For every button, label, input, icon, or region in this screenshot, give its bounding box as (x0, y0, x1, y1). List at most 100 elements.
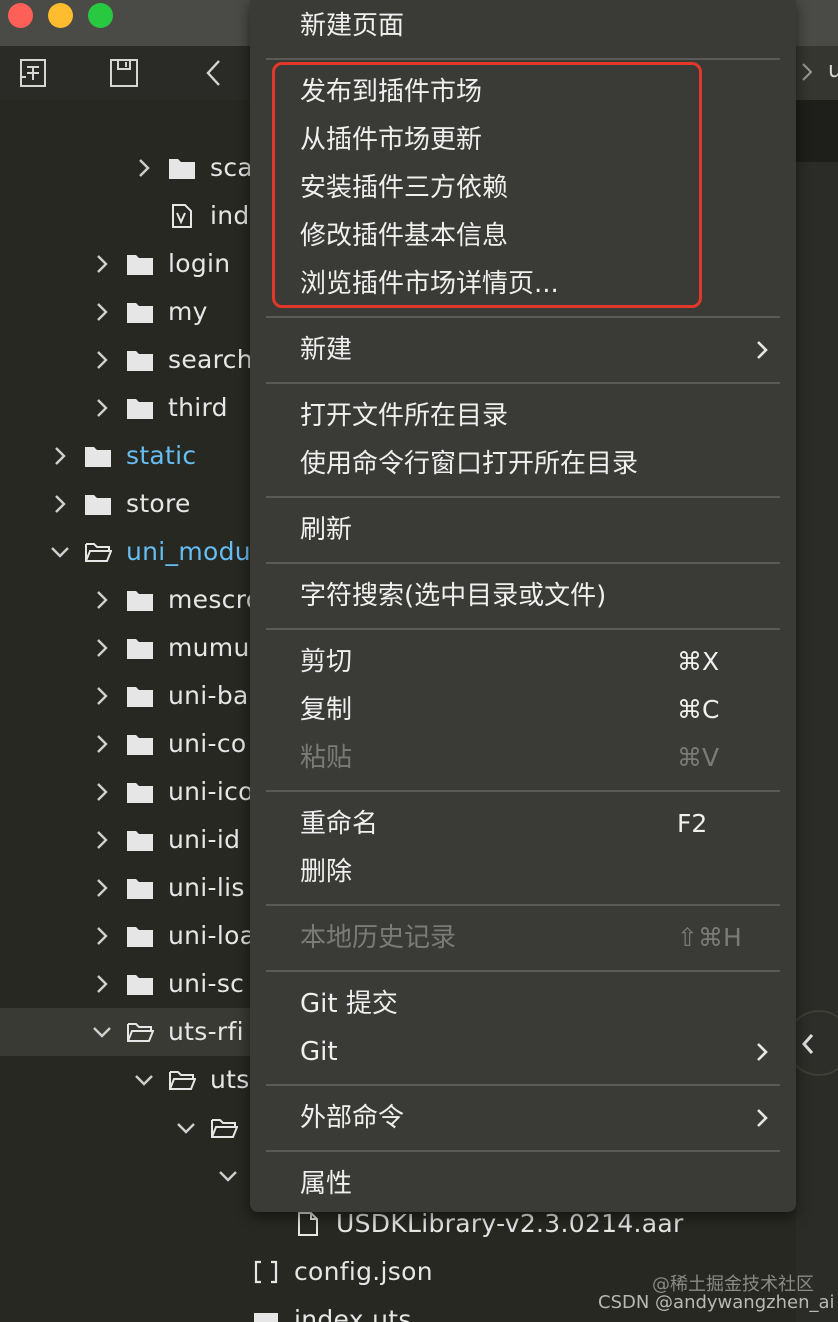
folder-icon (168, 155, 196, 181)
chevron-right-icon[interactable] (134, 156, 154, 180)
tree-item-label: uni-sc (168, 969, 245, 998)
menu-item[interactable]: 刷新 (250, 506, 796, 554)
menu-item-label: 刷新 (300, 515, 353, 545)
chevron-right-icon[interactable] (92, 636, 112, 660)
menu-separator (266, 790, 780, 792)
hbuilderx-window: u sca ind login my search third static store uni… (0, 0, 838, 1322)
menu-item-label: 字符搜索(选中目录或文件) (300, 581, 607, 611)
file-icon (294, 1211, 322, 1237)
menu-item[interactable]: 新建页面 (250, 2, 796, 50)
folder-icon (126, 347, 154, 373)
chevron-right-icon[interactable] (92, 876, 112, 900)
chevron-right-icon[interactable] (92, 828, 112, 852)
tree-item-label: uni-id (168, 825, 241, 854)
tree-item-label: uni_modu (126, 537, 251, 566)
menu-item: 本地历史记录 ⇧⌘H (250, 914, 796, 962)
menu-item[interactable]: Git 提交 (250, 980, 796, 1028)
chevron-right-icon[interactable] (50, 492, 70, 516)
chevron-right-icon[interactable] (92, 588, 112, 612)
menu-item-label: 本地历史记录 (300, 923, 457, 953)
folder-icon (84, 491, 112, 517)
menu-separator (266, 496, 780, 498)
tree-item-label: uni-lis (168, 873, 245, 902)
chevron-right-icon[interactable] (92, 924, 112, 948)
vue-file-icon (168, 203, 196, 229)
menu-item[interactable]: 删除 (250, 848, 796, 896)
menu-item[interactable]: 复制 ⌘C (250, 686, 796, 734)
menu-item[interactable]: 重命名 F2 (250, 800, 796, 848)
chevron-right-icon[interactable] (92, 732, 112, 756)
close-window-button[interactable] (8, 3, 33, 28)
uts-file-icon (252, 1307, 280, 1322)
menu-item-label: 粘贴 (300, 743, 353, 773)
chevron-right-icon[interactable] (92, 300, 112, 324)
menu-item-shortcut: ⌘V (677, 743, 720, 772)
json-file-icon (252, 1259, 280, 1285)
menu-separator (266, 904, 780, 906)
menu-separator (266, 316, 780, 318)
menu-item-label: 新建页面 (300, 11, 405, 41)
chevron-down-icon[interactable] (92, 1020, 112, 1044)
menu-item[interactable]: 新建 (250, 326, 796, 374)
submenu-arrow-icon (754, 1040, 770, 1064)
chevron-down-icon[interactable] (218, 1164, 238, 1188)
watermark-csdn: CSDN @andywangzhen_ai (598, 1292, 835, 1313)
menu-item-label: 重命名 (300, 809, 379, 839)
folder-icon (126, 779, 154, 805)
zoom-window-button[interactable] (88, 3, 113, 28)
tree-item-label: uni-ba (168, 681, 249, 710)
chevron-down-icon[interactable] (176, 1116, 196, 1140)
tree-item-label: ind (210, 201, 250, 230)
tree-item-label: config.json (294, 1257, 433, 1286)
project-toolbar (0, 46, 250, 100)
minimize-window-button[interactable] (48, 3, 73, 28)
menu-item-shortcut: ⌘X (677, 647, 720, 676)
menu-item-shortcut: F2 (677, 809, 708, 838)
folder-open-icon (210, 1115, 239, 1141)
submenu-arrow-icon (754, 1106, 770, 1130)
editor-tab[interactable]: u (828, 56, 838, 86)
menu-item-label: 剪切 (300, 647, 353, 677)
tree-item-label: uts (210, 1065, 250, 1094)
plugin-market-highlight-box (272, 62, 702, 308)
tree-item-label: sca (210, 153, 253, 182)
menu-separator (266, 1084, 780, 1086)
menu-item[interactable]: Git (250, 1028, 796, 1076)
tree-item-label: login (168, 249, 231, 278)
menu-separator (266, 1150, 780, 1152)
save-icon[interactable] (107, 56, 141, 90)
chevron-right-icon[interactable] (92, 348, 112, 372)
menu-item[interactable]: 外部命令 (250, 1094, 796, 1142)
tree-item-label: uni-ico (168, 777, 254, 806)
menu-item[interactable]: 剪切 ⌘X (250, 638, 796, 686)
tree-item-label: third (168, 393, 228, 422)
chevron-right-icon[interactable] (92, 684, 112, 708)
menu-item[interactable]: 打开文件所在目录 (250, 392, 796, 440)
tree-item-label: uts-rfi (168, 1017, 244, 1046)
chevron-right-icon[interactable] (50, 444, 70, 468)
menu-item[interactable]: 使用命令行窗口打开所在目录 (250, 440, 796, 488)
folder-icon (126, 251, 154, 277)
chevron-down-icon[interactable] (50, 540, 70, 564)
menu-item[interactable]: 属性 (250, 1160, 796, 1208)
back-icon[interactable] (197, 56, 231, 90)
tree-item-label: index.uts (294, 1305, 412, 1322)
new-file-icon[interactable] (17, 56, 51, 90)
menu-item-label: 复制 (300, 695, 353, 725)
chevron-right-icon[interactable] (92, 780, 112, 804)
tree-item[interactable]: uts-rfi (0, 1008, 260, 1056)
menu-item-shortcut: ⇧⌘H (677, 923, 742, 952)
tree-item-label: my (168, 297, 208, 326)
tab-scroll-chevron-icon[interactable] (800, 60, 814, 84)
folder-icon (126, 827, 154, 853)
chevron-right-icon[interactable] (92, 972, 112, 996)
menu-item[interactable]: 字符搜索(选中目录或文件) (250, 572, 796, 620)
menu-item-label: 新建 (300, 335, 353, 365)
tree-item-label: uni-loa (168, 921, 256, 950)
menu-item-label: Git 提交 (300, 989, 398, 1019)
chevron-right-icon[interactable] (92, 396, 112, 420)
chevron-right-icon[interactable] (92, 252, 112, 276)
chevron-down-icon[interactable] (134, 1068, 154, 1092)
folder-icon (126, 395, 154, 421)
folder-icon (126, 731, 154, 757)
